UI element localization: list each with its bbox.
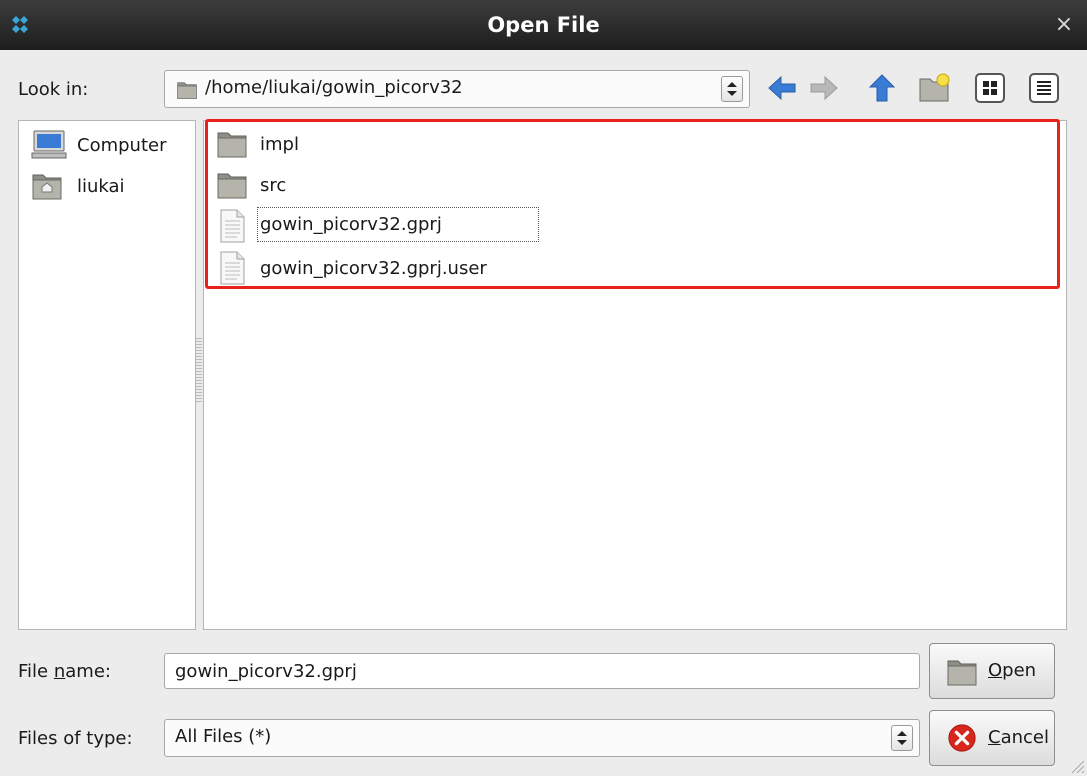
sidebar-item-liukai[interactable]: liukai [29,169,194,203]
list-item[interactable]: gowin_picorv32.gprj [214,207,544,246]
file-type-value: All Files (*) [175,726,272,747]
combo-spin-icon[interactable] [891,725,913,751]
home-folder-icon [32,174,62,200]
panel-splitter[interactable] [196,338,202,402]
file-name-value: gowin_picorv32.gprj [175,661,357,682]
folder-icon [175,80,199,100]
file-icon [216,251,248,285]
combo-spin-icon[interactable] [721,76,743,102]
computer-icon [31,130,67,159]
folder-icon [946,657,978,687]
list-item[interactable]: gowin_picorv32.gprj.user [214,250,544,288]
title-bar[interactable]: Open File × [0,0,1087,50]
sidebar-item-label: Computer [77,135,167,156]
arrow-up-icon[interactable] [866,72,898,104]
file-name-field[interactable]: gowin_picorv32.gprj [164,653,920,689]
look-in-label: Look in: [18,79,89,100]
sidebar-item-computer[interactable]: Computer [29,128,194,162]
list-item[interactable]: impl [214,126,414,164]
file-name-text: gowin_picorv32.gprj.user [260,258,487,279]
resize-grip-icon[interactable] [1067,756,1085,774]
sidebar-item-label: liukai [77,176,125,197]
folder-icon [216,170,248,200]
places-sidebar[interactable]: Computer liukai [18,120,196,630]
file-name-text: impl [260,134,299,155]
cancel-button[interactable]: Cancel [929,710,1055,766]
close-icon[interactable]: × [1052,13,1076,37]
arrow-right-icon[interactable] [808,72,840,104]
file-name-text: gowin_picorv32.gprj [257,207,539,242]
window-title: Open File [487,13,600,37]
file-type-combo[interactable]: All Files (*) [164,719,920,757]
open-button-label: Open [988,660,1037,681]
new-folder-icon[interactable] [918,72,950,104]
folder-icon [216,129,248,159]
file-icon [216,209,248,243]
file-name-label: File name: [18,661,111,682]
list-view-icon[interactable] [974,72,1006,104]
file-name-text: src [260,175,287,196]
look-in-path: /home/liukai/gowin_picorv32 [205,77,463,98]
cancel-button-label: Cancel [988,727,1049,748]
detail-view-icon[interactable] [1028,72,1060,104]
list-item[interactable]: src [214,167,414,205]
open-button[interactable]: Open [929,643,1055,699]
cancel-icon [948,724,976,752]
look-in-combo[interactable]: /home/liukai/gowin_picorv32 [164,70,750,108]
arrow-left-icon[interactable] [766,72,798,104]
file-type-label: Files of type: [18,728,133,749]
